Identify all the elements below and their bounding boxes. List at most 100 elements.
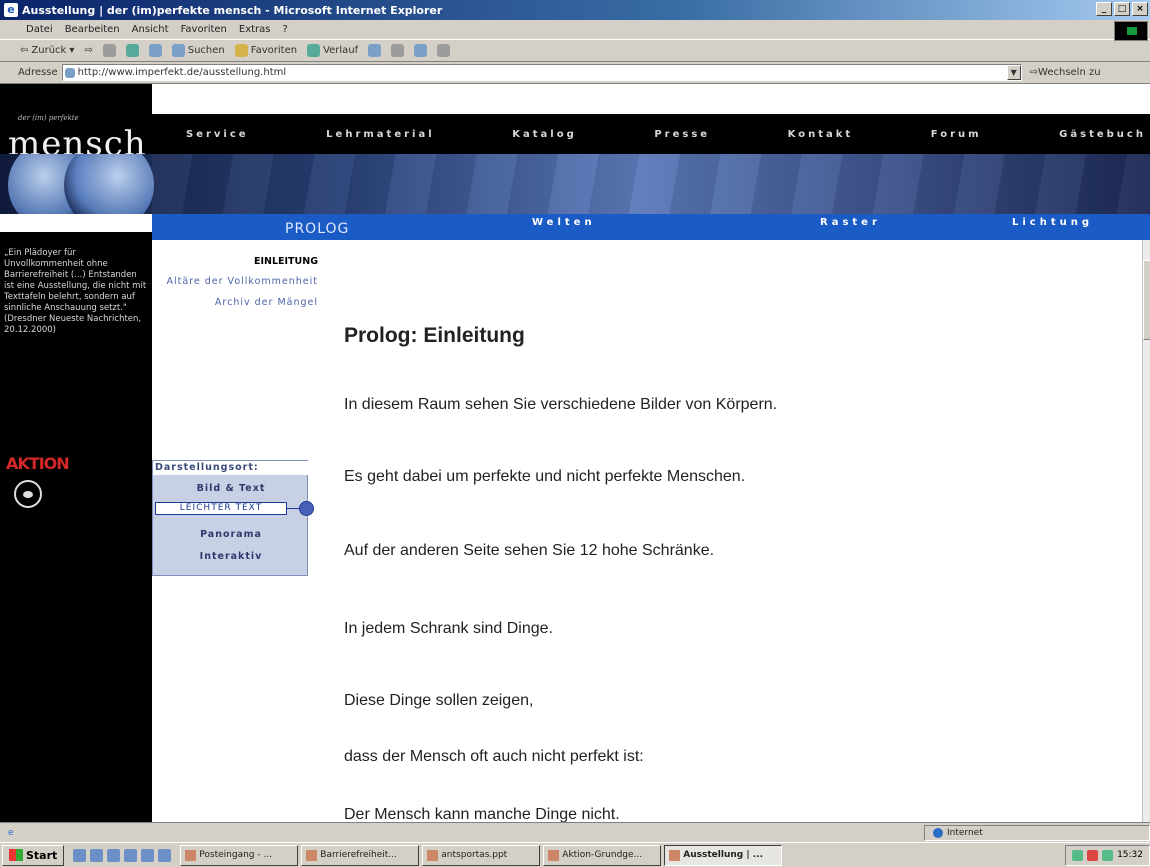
- paragraph: Es geht dabei um perfekte und nicht perf…: [344, 468, 746, 485]
- option-bild-text[interactable]: Bild & Text: [153, 483, 309, 494]
- taskbar: Start Posteingang - ... Barrierefreiheit…: [0, 842, 1150, 867]
- start-button[interactable]: Start: [2, 844, 65, 866]
- taskbar-item[interactable]: Posteingang - ...: [180, 844, 299, 866]
- quick-launch-icon[interactable]: [90, 848, 104, 862]
- history-button[interactable]: Verlauf: [307, 44, 358, 57]
- favorites-button[interactable]: Favoriten: [234, 44, 297, 57]
- clock: 15:32: [1117, 850, 1143, 860]
- quick-launch-icon[interactable]: [158, 848, 172, 862]
- aktion-logo[interactable]: AKTION: [6, 454, 70, 473]
- windows-logo-throbber: [1114, 21, 1148, 41]
- paragraph: In diesem Raum sehen Sie verschiedene Bi…: [344, 396, 778, 413]
- quick-launch-icon[interactable]: [73, 848, 87, 862]
- back-button[interactable]: ⇦ Zurück ▾: [20, 45, 74, 56]
- mail-button[interactable]: [368, 44, 382, 57]
- nav-katalog[interactable]: Katalog: [512, 129, 576, 140]
- taskbar-item-active[interactable]: Ausstellung | ...: [664, 844, 783, 866]
- quick-launch: [67, 848, 177, 862]
- selected-indicator-icon: [299, 501, 314, 516]
- page-icon: [64, 67, 75, 78]
- quick-launch-icon[interactable]: [107, 848, 121, 862]
- taskbar-item[interactable]: Aktion-Grundge...: [543, 844, 662, 866]
- address-input[interactable]: http://www.imperfekt.de/ausstellung.html…: [61, 64, 1022, 81]
- messenger-button[interactable]: [437, 44, 451, 57]
- option-leichter-text[interactable]: LEICHTER TEXT: [155, 502, 287, 515]
- start-label: Start: [26, 848, 58, 862]
- tray-icon[interactable]: [1087, 849, 1099, 861]
- history-icon: [307, 44, 321, 57]
- site-logo[interactable]: der (im) perfekte mensch: [0, 84, 152, 164]
- paragraph: Auf der anderen Seite sehen Sie 12 hohe …: [344, 542, 715, 559]
- browser-app-icon: [669, 849, 681, 861]
- task-label: Barrierefreiheit...: [320, 850, 397, 860]
- submenu-archiv[interactable]: Archiv der Mängel: [160, 297, 318, 309]
- go-button[interactable]: ⇨Wechseln zu: [1030, 67, 1101, 78]
- nav-gaestebuch[interactable]: Gästebuch: [1059, 129, 1146, 140]
- address-label: Adresse: [18, 67, 58, 78]
- menu-datei[interactable]: Datei: [26, 24, 53, 35]
- quick-launch-icon[interactable]: [124, 848, 138, 862]
- menu-ansicht[interactable]: Ansicht: [132, 24, 169, 35]
- close-button[interactable]: ×: [1132, 2, 1148, 16]
- zone-label: Internet: [947, 828, 983, 838]
- option-interaktiv[interactable]: Interaktiv: [153, 551, 309, 562]
- refresh-button[interactable]: [125, 44, 139, 57]
- scrollbar-thumb[interactable]: [1143, 260, 1150, 340]
- menu-help[interactable]: ?: [283, 24, 288, 35]
- darstellungsort-selector: Darstellungsort: Bild & Text LEICHTER TE…: [152, 460, 314, 576]
- stop-button[interactable]: [102, 44, 116, 57]
- tray-icon[interactable]: [1102, 849, 1114, 861]
- section-navigation: PROLOG Welten Raster Lichtung: [152, 214, 1150, 240]
- globe-icon: [933, 828, 943, 838]
- taskbar-item[interactable]: Barrierefreiheit...: [301, 844, 420, 866]
- search-label: Suchen: [187, 45, 225, 56]
- home-button[interactable]: [148, 44, 162, 57]
- maximize-button[interactable]: □: [1114, 2, 1130, 16]
- internet-explorer-icon: e: [4, 3, 18, 17]
- print-button[interactable]: [391, 44, 405, 57]
- favorites-icon: [234, 44, 248, 57]
- search-button[interactable]: Suchen: [171, 44, 225, 57]
- menu-favoriten[interactable]: Favoriten: [181, 24, 227, 35]
- eye-icon[interactable]: [14, 480, 42, 508]
- tray-icon[interactable]: [1072, 849, 1084, 861]
- go-arrow-icon: ⇨: [1029, 67, 1039, 78]
- press-quote: „Ein Plädoyer für Unvollkommenheit ohne …: [4, 248, 147, 335]
- menu-extras[interactable]: Extras: [239, 24, 271, 35]
- go-label: Wechseln zu: [1038, 67, 1101, 78]
- edit-button[interactable]: [414, 44, 428, 57]
- paragraph: dass der Mensch oft auch nicht perfekt i…: [344, 748, 644, 765]
- menu-bearbeiten[interactable]: Bearbeiten: [65, 24, 120, 35]
- windows-flag-icon: [9, 849, 23, 861]
- page-title: Prolog: Einleitung: [344, 324, 525, 347]
- document-app-icon: [306, 849, 318, 861]
- option-panorama[interactable]: Panorama: [153, 529, 309, 540]
- address-dropdown-button[interactable]: ▼: [1006, 65, 1021, 80]
- nav-kontakt[interactable]: Kontakt: [788, 129, 854, 140]
- quick-launch-icon[interactable]: [141, 848, 155, 862]
- nav-service[interactable]: Service: [186, 129, 249, 140]
- logo-subtitle: der (im) perfekte: [18, 114, 79, 122]
- vertical-scrollbar[interactable]: [1142, 240, 1150, 822]
- mail-app-icon: [185, 849, 197, 861]
- search-icon: [171, 44, 185, 57]
- address-url: http://www.imperfekt.de/ausstellung.html: [77, 67, 287, 78]
- minimize-button[interactable]: _: [1096, 2, 1112, 16]
- face-image-right: [64, 154, 154, 214]
- darstellungsort-heading: Darstellungsort:: [153, 461, 308, 475]
- nav-lehrmaterial[interactable]: Lehrmaterial: [326, 129, 434, 140]
- nav-presse[interactable]: Presse: [654, 129, 710, 140]
- task-label: Posteingang - ...: [199, 850, 273, 860]
- forward-button[interactable]: ⇨: [84, 45, 92, 56]
- section-welten[interactable]: Welten: [532, 217, 596, 228]
- window-controls: _ □ ×: [1096, 2, 1148, 16]
- submenu-einleitung[interactable]: EINLEITUNG: [160, 256, 318, 268]
- section-raster[interactable]: Raster: [820, 217, 881, 228]
- section-prolog[interactable]: PROLOG: [285, 221, 349, 237]
- section-lichtung[interactable]: Lichtung: [1012, 217, 1093, 228]
- print-icon: [391, 44, 405, 57]
- banner-pattern: [152, 154, 1150, 214]
- submenu-altaere[interactable]: Altäre der Vollkommenheit: [160, 276, 318, 288]
- nav-forum[interactable]: Forum: [931, 129, 982, 140]
- taskbar-item[interactable]: antsportas.ppt: [422, 844, 541, 866]
